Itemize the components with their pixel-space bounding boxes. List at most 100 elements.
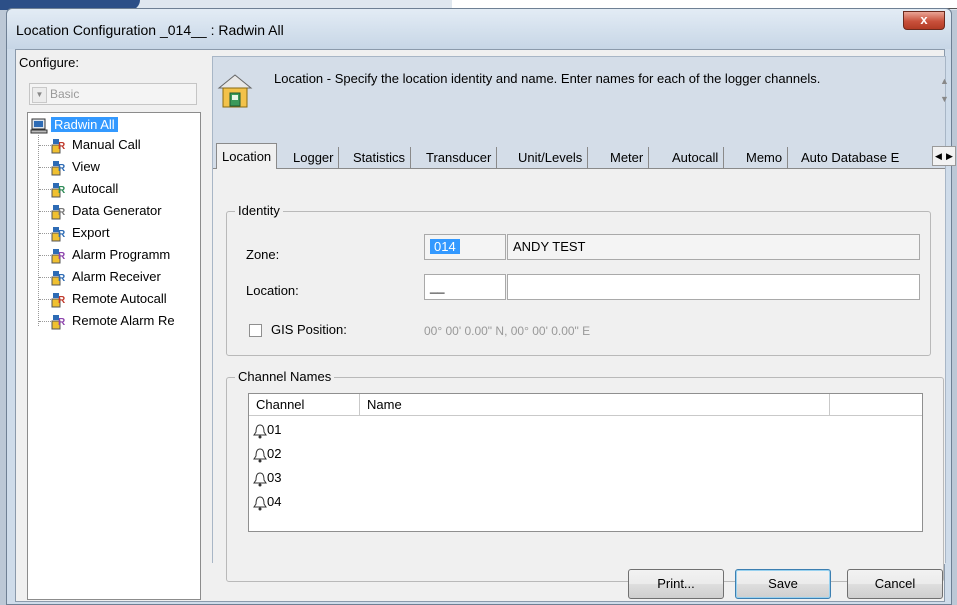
tree-item-alarm-receiver[interactable]: R Alarm Receiver xyxy=(51,267,161,287)
tree-item-view[interactable]: R View xyxy=(51,157,100,177)
data-generator-icon: R xyxy=(51,204,69,220)
tab-transducer[interactable]: Transducer xyxy=(421,147,498,169)
tree-item-autocall[interactable]: R Autocall xyxy=(51,179,118,199)
scroll-down-icon[interactable]: ▼ xyxy=(940,94,949,104)
zone-code-field[interactable]: 014 xyxy=(424,234,506,260)
tree-item-remote-alarm-re[interactable]: R Remote Alarm Re xyxy=(51,311,175,331)
manual-call-icon: R xyxy=(51,138,69,154)
tree-item-label: View xyxy=(72,159,100,174)
configuration-pane: Location - Specify the location identity… xyxy=(212,56,956,582)
channel-icon xyxy=(253,423,267,439)
channel-number: 04 xyxy=(267,494,282,509)
identity-group-title: Identity xyxy=(235,203,283,218)
autocall-icon: R xyxy=(51,182,69,198)
channel-icon xyxy=(253,495,267,511)
tree-item-label: Alarm Receiver xyxy=(72,269,161,284)
tab-logger[interactable]: Logger xyxy=(288,147,340,169)
tab-meter[interactable]: Meter xyxy=(605,147,650,169)
tab-memo[interactable]: Memo xyxy=(741,147,789,169)
channel-icon xyxy=(253,447,267,463)
tab-location[interactable]: Location xyxy=(216,143,278,169)
list-item[interactable]: 02 xyxy=(253,442,281,466)
tree-item-label: Alarm Programm xyxy=(72,247,171,262)
export-icon: R xyxy=(51,226,69,242)
location-label: Location: xyxy=(246,283,299,298)
tab-autocall[interactable]: Autocall xyxy=(667,147,725,169)
remote-alarm-icon: R xyxy=(51,314,69,330)
tab-scroll-left-icon[interactable]: ◀ xyxy=(933,147,944,165)
view-icon: R xyxy=(51,160,69,176)
channel-icon xyxy=(253,471,267,487)
tree-item-data-generator[interactable]: R Data Generator xyxy=(51,201,162,221)
gis-position-label: GIS Position: xyxy=(271,322,347,337)
section-header: Location - Specify the location identity… xyxy=(213,57,949,139)
chevron-down-icon[interactable]: ▼ xyxy=(32,87,47,103)
tree-item-alarm-programm[interactable]: R Alarm Programm xyxy=(51,245,170,265)
tab-scroll-right-icon[interactable]: ▶ xyxy=(944,147,955,165)
channel-names-group-title: Channel Names xyxy=(235,369,335,384)
zone-label: Zone: xyxy=(246,247,280,262)
tree-item-label: Manual Call xyxy=(72,137,141,152)
dialog-client-area: Configure: ▼ Basic Radwin All R Manual Ca… xyxy=(15,49,956,602)
zone-code-value: 014 xyxy=(430,239,460,254)
scroll-up-icon[interactable]: ▲ xyxy=(940,76,949,86)
tree-root-label: Radwin All xyxy=(51,117,118,132)
list-item[interactable]: 03 xyxy=(253,466,281,490)
gis-position-value: 00° 00' 0.00" N, 00° 00' 0.00" E xyxy=(424,324,591,338)
svg-text:R: R xyxy=(58,317,66,328)
svg-text:R: R xyxy=(58,207,66,218)
tab-unit-levels[interactable]: Unit/Levels xyxy=(513,147,589,169)
channel-number: 01 xyxy=(267,422,282,437)
svg-text:R: R xyxy=(58,295,66,306)
svg-text:R: R xyxy=(58,229,66,240)
tree-item-label: Remote Alarm Re xyxy=(72,313,175,328)
channel-list[interactable]: Channel Name 01 02 03 04 xyxy=(248,393,923,532)
column-header-channel[interactable]: Channel xyxy=(249,394,360,415)
print-button[interactable]: Print... xyxy=(628,569,724,599)
configure-level-value: Basic xyxy=(50,87,80,101)
save-button[interactable]: Save xyxy=(735,569,831,599)
tree-item-label: Data Generator xyxy=(72,203,162,218)
tab-statistics[interactable]: Statistics xyxy=(348,147,412,169)
alarm-programming-icon: R xyxy=(51,248,69,264)
tree-item-label: Autocall xyxy=(72,181,119,196)
tree-item-label: Remote Autocall xyxy=(72,291,167,306)
section-description: Location - Specify the location identity… xyxy=(274,71,821,86)
list-item[interactable]: 01 xyxy=(253,418,281,442)
configure-level-select[interactable]: ▼ Basic xyxy=(29,83,197,105)
tree-item-manual-call[interactable]: R Manual Call xyxy=(51,135,141,155)
channel-number: 02 xyxy=(267,446,282,461)
configure-tree[interactable]: Radwin All R Manual Call R View R Autocall R Da… xyxy=(27,112,201,600)
tree-item-export[interactable]: R Export xyxy=(51,223,110,243)
channel-number: 03 xyxy=(267,470,282,485)
alarm-receiver-icon: R xyxy=(51,270,69,286)
zone-name-field[interactable]: ANDY TEST xyxy=(507,234,920,260)
column-header-name[interactable]: Name xyxy=(360,394,830,415)
location-configuration-window: Location Configuration _014__ : Radwin A… xyxy=(6,8,956,605)
location-tab-panel: Identity Zone: 014 ANDY TEST Location: _… xyxy=(213,168,945,582)
tree-root-radwin-all[interactable]: Radwin All xyxy=(30,115,118,135)
remote-autocall-icon: R xyxy=(51,292,69,308)
configure-label: Configure: xyxy=(19,55,79,70)
tab-scroll[interactable]: ◀ ▶ xyxy=(932,146,956,166)
column-header-extra[interactable] xyxy=(830,394,922,415)
svg-text:R: R xyxy=(58,273,66,284)
channel-list-header: Channel Name xyxy=(249,394,922,416)
svg-text:R: R xyxy=(58,185,66,196)
close-button[interactable]: x xyxy=(903,11,945,30)
list-item[interactable]: 04 xyxy=(253,490,281,514)
svg-text:R: R xyxy=(58,163,66,174)
tree-item-remote-autocall[interactable]: R Remote Autocall xyxy=(51,289,167,309)
gis-position-checkbox[interactable] xyxy=(249,324,262,337)
location-code-field[interactable]: __ xyxy=(424,274,506,300)
computer-icon xyxy=(30,118,48,134)
location-name-field[interactable] xyxy=(507,274,920,300)
tab-auto-database[interactable]: Auto Database E xyxy=(796,147,904,169)
tab-strip: Location Logger Statistics Transducer Un… xyxy=(216,143,956,169)
cancel-button[interactable]: Cancel xyxy=(847,569,943,599)
svg-text:R: R xyxy=(58,251,66,262)
title-bar[interactable]: Location Configuration _014__ : Radwin A… xyxy=(7,9,951,49)
location-icon xyxy=(216,71,254,109)
svg-text:R: R xyxy=(58,141,66,152)
tree-item-label: Export xyxy=(72,225,110,240)
